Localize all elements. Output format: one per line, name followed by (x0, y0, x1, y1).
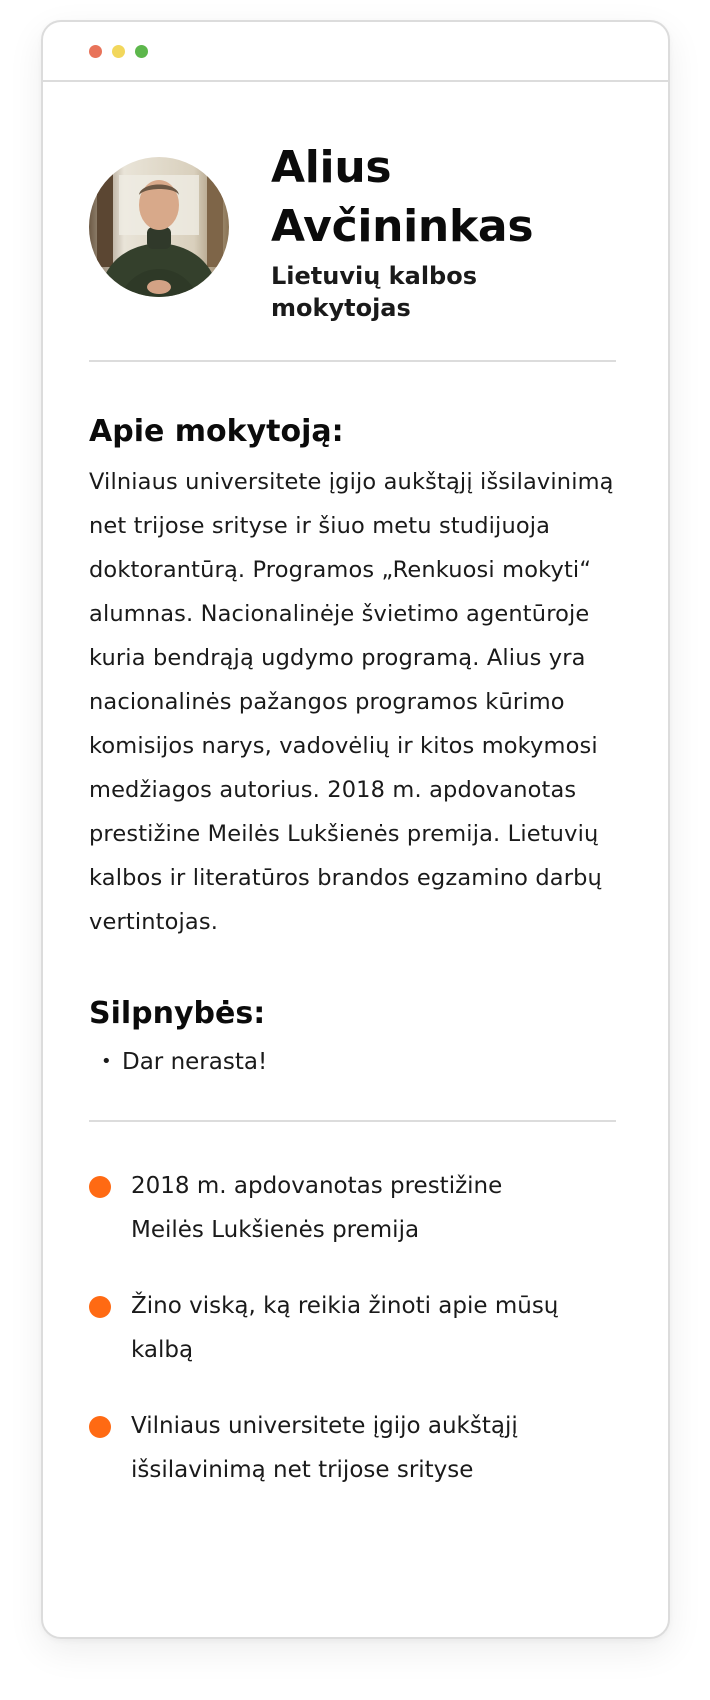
about-heading: Apie mokytoją: (89, 414, 344, 449)
maximize-window-dot[interactable] (135, 44, 148, 58)
orange-dot-icon (89, 1176, 111, 1198)
orange-dot-icon (89, 1296, 111, 1318)
list-item: • Dar nerasta! (89, 1040, 622, 1084)
teacher-name: Alius Avčininkas (271, 142, 534, 252)
teacher-portrait-image (89, 157, 229, 297)
minimize-window-dot[interactable] (112, 44, 125, 58)
weaknesses-heading: Silpnybės: (89, 996, 266, 1031)
weakness-text: Dar nerasta! (122, 1049, 268, 1075)
list-item: Žino viską, ką reikia žinoti apie mūsų k… (89, 1284, 561, 1372)
highlights-list: 2018 m. apdovanotas prestižine Meilės Lu… (89, 1164, 622, 1492)
window-titlebar (43, 22, 668, 82)
profile-header: Alius Avčininkas Lietuvių kalbos mokytoj… (89, 82, 622, 360)
highlight-text: 2018 m. apdovanotas prestižine Meilės Lu… (131, 1173, 503, 1243)
avatar (89, 157, 229, 297)
divider (89, 1120, 616, 1122)
teacher-role: Lietuvių kalbos mokytojas (271, 262, 478, 322)
list-item: 2018 m. apdovanotas prestižine Meilės Lu… (89, 1164, 561, 1252)
orange-dot-icon (89, 1416, 111, 1438)
bullet-icon: • (101, 1051, 112, 1072)
list-item: Vilniaus universitete įgijo aukštąjį išs… (89, 1404, 561, 1492)
close-window-dot[interactable] (89, 44, 102, 58)
highlight-text: Vilniaus universitete įgijo aukštąjį išs… (131, 1413, 518, 1483)
weaknesses-list: • Dar nerasta! (89, 1040, 622, 1084)
highlight-text: Žino viską, ką reikia žinoti apie mūsų k… (131, 1293, 559, 1363)
about-text: Vilniaus universitete įgijo aukštąjį išs… (89, 469, 614, 935)
divider (89, 360, 616, 362)
page-content: Alius Avčininkas Lietuvių kalbos mokytoj… (43, 82, 668, 1492)
browser-window: Alius Avčininkas Lietuvių kalbos mokytoj… (41, 20, 670, 1639)
